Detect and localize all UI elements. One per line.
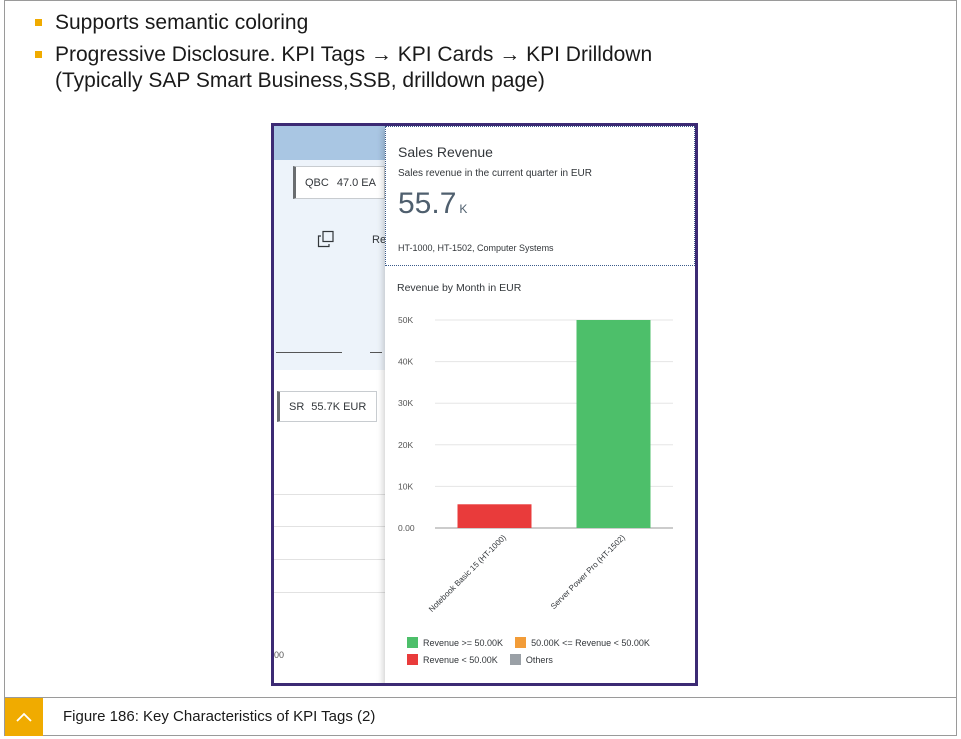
legend-item[interactable]: Revenue < 50.00K [407, 654, 498, 665]
bullet-text: Supports semantic coloring [55, 11, 309, 34]
kpi-card-filters: HT-1000, HT-1502, Computer Systems [398, 243, 554, 253]
kpi-tag-abbr: SR [289, 400, 305, 413]
table-row-divider [274, 526, 386, 527]
x-tick-label: Notebook Basic 15 (HT-1000) [427, 533, 508, 614]
revenue-bar-chart: 0.00 10K 20K 30K 40K 50K Notebook Basic 15 (HT… [398, 315, 673, 614]
bullet-item: Progressive Disclosure. KPI Tags → KPI C… [35, 42, 652, 94]
kpi-unit: K [459, 202, 468, 216]
legend-swatch [407, 654, 418, 665]
divider [370, 352, 382, 353]
collapse-chevron-icon[interactable] [5, 697, 43, 736]
legend-label: Revenue < 50.00K [423, 654, 498, 665]
kpi-card-header[interactable]: Sales Revenue Sales revenue in the curre… [385, 126, 695, 266]
kpi-tag-sr[interactable]: SR 55.7K EUR [277, 391, 377, 422]
figure-caption: Figure 186: Key Characteristics of KPI T… [63, 708, 376, 725]
kpi-tag-value: 55.7K EUR [311, 400, 367, 413]
kpi-tag-value: 47.0 EA [336, 176, 376, 189]
legend-label: Others [525, 654, 553, 665]
y-tick-label: 0.00 [398, 523, 415, 533]
kpi-card-popover: Sales Revenue Sales revenue in the curre… [385, 126, 695, 683]
legend-item[interactable]: Revenue >= 50.00K [407, 637, 503, 648]
chart-legend: Revenue >= 50.00K 50.00K <= Revenue < 50… [407, 637, 650, 671]
legend-swatch [407, 637, 418, 648]
kpi-tag-qbc[interactable]: QBC 47.0 EA [293, 166, 385, 199]
legend-swatch [509, 654, 521, 665]
kpi-card-title: Sales Revenue [398, 144, 493, 160]
partial-number: 00 [274, 650, 285, 660]
bar [457, 504, 532, 528]
divider [276, 352, 342, 353]
x-tick-label: Server Power Pro (HT-1502) [549, 533, 627, 611]
y-tick-label: 30K [398, 398, 413, 408]
app-screenshot: QBC 47.0 EA Re SR 55.7K EUR 00 Sales Rev… [271, 123, 698, 686]
kpi-card-subtitle: Sales revenue in the current quarter in … [398, 168, 592, 179]
bullet-square-icon [35, 19, 42, 26]
bullet-square-icon [35, 51, 42, 58]
kpi-tag-abbr: QBC [305, 176, 329, 189]
table-row-divider [274, 494, 386, 495]
legend-swatch [515, 637, 527, 648]
bar [576, 320, 651, 528]
kpi-number: 55.7 [398, 187, 457, 220]
legend-item[interactable]: 50.00K <= Revenue < 50.00K [515, 637, 650, 648]
y-tick-label: 40K [398, 357, 413, 367]
table-row-divider [274, 592, 386, 593]
partial-label: Re [372, 234, 387, 246]
y-tick-label: 50K [398, 315, 413, 325]
bullet-text: Progressive Disclosure. KPI Tags → KPI C… [55, 43, 653, 66]
table-row-divider [274, 559, 386, 560]
bullet-text-line2: (Typically SAP Smart Business,SSB, drill… [55, 69, 545, 92]
y-tick-label: 20K [398, 440, 413, 450]
bullet-list: Supports semantic coloring Progressive D… [35, 10, 652, 100]
chart-title: Revenue by Month in EUR [397, 282, 522, 294]
kpi-value: 55.7 K [398, 187, 467, 221]
bullet-item: Supports semantic coloring [35, 10, 652, 36]
legend-label: 50.00K <= Revenue < 50.00K [531, 637, 650, 648]
copy-icon[interactable] [317, 230, 335, 248]
legend-label: Revenue >= 50.00K [423, 637, 504, 648]
y-tick-label: 10K [398, 481, 413, 491]
figure-footer: Figure 186: Key Characteristics of KPI T… [5, 697, 956, 736]
legend-item[interactable]: Others [509, 654, 553, 665]
